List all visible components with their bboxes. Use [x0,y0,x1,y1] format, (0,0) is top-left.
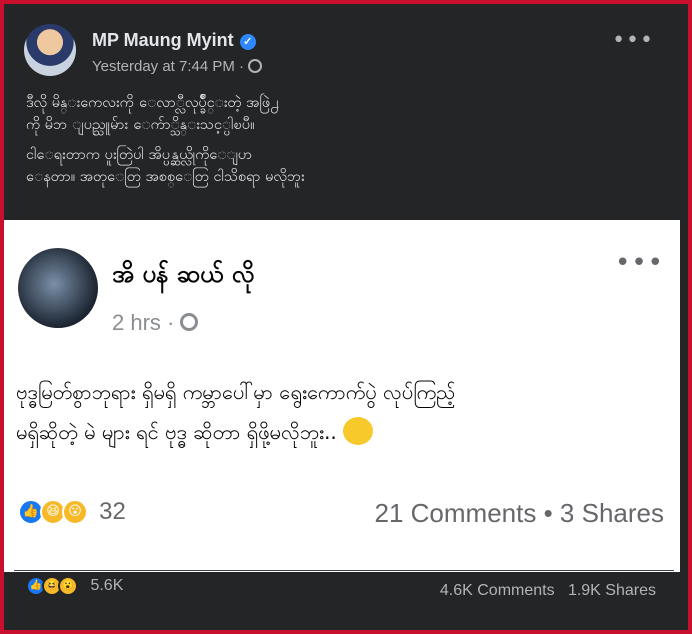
shared-post-screenshot[interactable]: အိ ပန် ဆယ် လို 2 hrs · ••• ဗုဒ္ဓမြတ်စွာဘ… [4,220,680,572]
caption-line-4: ေနတာ။ အတုေတြ အစစ္ေတြ ငါသိစရာ မလိုဘူး [26,169,305,185]
shared-comments-shares: 21 Comments • 3 Shares [375,498,665,529]
caption-line-1: ဒီလို မိန္းကေလးကို ေလာ္လီလုပ္ခ်ိဳင္းတဲ့ … [26,95,280,111]
footer-divider [14,570,674,571]
comments-count[interactable]: 4.6K Comments [440,582,555,599]
reaction-count[interactable]: 5.6K [90,577,123,595]
shared-post-stats: 👍 😆 😮 32 21 Comments • 3 Shares [18,498,668,534]
post-footer-stats: 👍 😆 😮 5.6K 4.6K Comments 1.9K Shares [26,576,676,610]
globe-icon[interactable] [248,59,263,73]
caption-line-3: ငါေရးတာက ပူးတြဲပါ အိပ္ပန္ဆယ္လိုကိုေျပာ [26,147,253,163]
shares-count[interactable]: 1.9K Shares [568,582,656,599]
shared-reaction-count: 32 [99,498,126,525]
facebook-post-card: MP Maung Myint ✓ Yesterday at 7:44 PM · •… [4,4,688,630]
shared-post-body: ဗုဒ္ဓမြတ်စွာဘုရား ရှိမရှိ ကမ္ဘာပေါ်မှာ ရ… [16,372,666,452]
author-avatar[interactable] [24,24,76,76]
shared-body-line-2: မရှိဆိုတဲ့ မဲ များ ရင် ဗုဒ္ဓ ဆိုတာ ရှိဖိ… [16,420,337,444]
meta-separator: · [239,58,245,75]
author-name[interactable]: MP Maung Myint [92,30,234,50]
author-name-row[interactable]: MP Maung Myint ✓ [92,30,256,51]
wow-reaction-icon: 😮 [62,499,88,525]
verified-badge-icon: ✓ [239,34,256,50]
comments-shares: 4.6K Comments 1.9K Shares [440,582,656,600]
shared-comments-count: 21 Comments [374,498,537,528]
shared-globe-icon [180,313,199,331]
post-time[interactable]: Yesterday at 7:44 PM [92,58,235,75]
post-options-icon[interactable]: ••• [612,28,654,53]
post-caption: ဒီလို မိန္းကေလးကို ေလာ္လီလုပ္ခ်ိဳင္းတဲ့ … [26,92,666,196]
shared-body-line-1: ဗုဒ္ဓမြတ်စွာဘုရား ရှိမရှိ ကမ္ဘာပေါ်မှာ ရ… [16,380,456,404]
winking-face-emoji-icon [342,417,373,445]
shared-stats-dot: • [543,498,553,528]
caption-line-2: ကို မိဘ ျပည္သူမ်ား ေက်ာ္သိန္းသင့္ပါၿပီ။ [26,117,255,133]
post-meta: Yesterday at 7:44 PM · [92,58,263,75]
wow-reaction-icon[interactable]: 😮 [58,576,78,596]
shared-author-avatar [18,248,98,328]
shared-options-icon: ••• [614,248,664,278]
shared-post-meta: 2 hrs · [112,310,199,336]
post-header: MP Maung Myint ✓ Yesterday at 7:44 PM · [20,20,670,76]
shared-shares-count: 3 Shares [559,498,664,528]
shared-post-time: 2 hrs [112,310,161,335]
shared-author-name: အိ ပန် ဆယ် လို [112,260,255,288]
shared-meta-separator: · [167,310,175,335]
